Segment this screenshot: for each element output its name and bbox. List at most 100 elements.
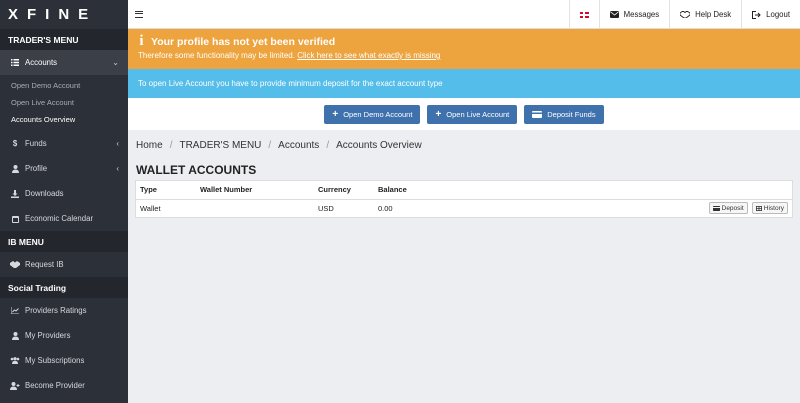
dollar-icon: $ (12, 139, 18, 148)
chevron-left-icon: ‹ (116, 164, 119, 173)
breadcrumb-accounts[interactable]: Accounts (278, 140, 319, 151)
sidebar-item-economic-calendar[interactable]: Economic Calendar (0, 206, 128, 231)
sidebar-subitem-accounts-overview[interactable]: Accounts Overview (0, 111, 128, 128)
open-demo-account-button[interactable]: + Open Demo Account (324, 104, 421, 124)
chart-line-icon (9, 307, 21, 314)
breadcrumb-current: Accounts Overview (336, 140, 422, 151)
envelope-icon (609, 11, 619, 18)
help-desk-link[interactable]: Help Desk (669, 0, 741, 29)
accounts-submenu: Open Demo Account Open Live Account Acco… (0, 75, 128, 131)
breadcrumb-separator: / (326, 140, 330, 151)
sidebar-item-request-ib[interactable]: Request IB (0, 252, 128, 277)
messages-link[interactable]: Messages (598, 0, 670, 29)
breadcrumb-separator: / (268, 140, 272, 151)
cell-actions: Deposit History (454, 199, 792, 217)
download-icon (9, 189, 21, 198)
calendar-icon (9, 215, 21, 223)
cell-type: Wallet (140, 203, 161, 213)
verification-missing-link[interactable]: Click here to see what exactly is missin… (297, 51, 440, 60)
button-label: History (763, 204, 784, 212)
sidebar-item-label: Economic Calendar (25, 214, 94, 223)
sidebar-item-become-provider[interactable]: Become Provider (0, 373, 128, 398)
messages-label: Messages (623, 10, 660, 19)
credit-card-icon (712, 205, 720, 211)
sidebar-item-downloads[interactable]: Downloads (0, 181, 128, 206)
info-icon: i (139, 33, 144, 49)
chevron-down-icon: ⌄ (112, 58, 119, 67)
sidebar-item-label: Downloads (25, 189, 64, 198)
sidebar-item-my-providers[interactable]: My Providers (0, 323, 128, 348)
help-desk-label: Help Desk (695, 10, 732, 19)
sidebar-item-my-subscriptions[interactable]: My Subscriptions (0, 348, 128, 373)
sidebar-item-profile[interactable]: Profile ‹ (0, 156, 128, 181)
deposit-button[interactable]: Deposit (708, 202, 748, 215)
table-header-row: Type Wallet Number Currency Balance (136, 181, 792, 200)
ib-menu-header: IB MENU (0, 231, 128, 252)
language-selector[interactable] (568, 0, 599, 29)
users-icon (9, 357, 21, 364)
sidebar-subitem-open-live[interactable]: Open Live Account (0, 94, 128, 111)
traders-menu-header: TRADER'S MENU (0, 29, 128, 50)
sidebar: XFINE TRADER'S MENU Accounts ⌄ Open Demo… (0, 0, 128, 403)
history-button[interactable]: History (751, 202, 788, 215)
cell-balance: 0.00 (378, 203, 393, 213)
live-account-info-banner: To open Live Account you have to provide… (128, 69, 800, 98)
warning-text: Therefore some functionality may be limi… (138, 51, 295, 60)
logout-link[interactable]: Logout (741, 0, 800, 29)
deposit-funds-button[interactable]: Deposit Funds (524, 104, 604, 124)
column-header-wallet-number: Wallet Number (196, 181, 314, 200)
button-label: Open Live Account (446, 109, 510, 119)
page-title: WALLET ACCOUNTS (136, 163, 257, 177)
user-icon (9, 164, 21, 173)
list-icon (9, 59, 21, 66)
hamburger-menu-icon[interactable] (135, 10, 143, 18)
user-tie-icon (9, 331, 21, 340)
topbar: Messages Help Desk Logout (128, 0, 800, 29)
credit-card-icon (532, 110, 543, 118)
sidebar-item-accounts[interactable]: Accounts ⌄ (0, 50, 128, 75)
plus-icon: + (435, 108, 442, 120)
sidebar-item-label: Accounts (25, 58, 58, 67)
wallet-accounts-table: Type Wallet Number Currency Balance Wall… (135, 180, 793, 218)
handshake-icon (680, 11, 691, 18)
warning-title: Your profile has not yet been verified (151, 35, 336, 48)
breadcrumb: Home / TRADER'S MENU / Accounts / Accoun… (136, 140, 422, 151)
logout-label: Logout (766, 10, 790, 19)
column-header-type: Type (136, 181, 196, 200)
table-icon (755, 205, 762, 211)
brand-logo[interactable]: XFINE (0, 0, 128, 29)
sidebar-subitem-open-demo[interactable]: Open Demo Account (0, 77, 128, 94)
social-trading-header: Social Trading (0, 277, 128, 298)
sidebar-item-label: Funds (25, 139, 47, 148)
info-text: To open Live Account you have to provide… (138, 79, 443, 88)
account-actions-bar: + Open Demo Account + Open Live Account … (128, 98, 800, 130)
breadcrumb-traders-menu[interactable]: TRADER'S MENU (179, 140, 261, 151)
chevron-left-icon: ‹ (116, 139, 119, 148)
button-label: Deposit Funds (547, 109, 596, 119)
uk-flag-icon (579, 11, 589, 18)
sidebar-item-label: Request IB (25, 260, 64, 269)
sidebar-item-label: My Subscriptions (25, 356, 85, 365)
cell-wallet-number (196, 199, 314, 217)
sidebar-item-label: Providers Ratings (25, 306, 87, 315)
plus-icon: + (332, 108, 339, 120)
button-label: Deposit (721, 204, 744, 212)
breadcrumb-home[interactable]: Home (136, 140, 163, 151)
sign-out-icon (752, 10, 761, 19)
cell-currency: USD (318, 203, 334, 213)
column-header-actions (454, 181, 792, 200)
column-header-currency: Currency (314, 181, 374, 200)
sidebar-item-funds[interactable]: $ Funds ‹ (0, 131, 128, 156)
breadcrumb-separator: / (169, 140, 173, 151)
sidebar-item-providers-ratings[interactable]: Providers Ratings (0, 298, 128, 323)
open-live-account-button[interactable]: + Open Live Account (427, 104, 518, 124)
sidebar-item-label: Profile (25, 164, 48, 173)
sidebar-item-label: Become Provider (25, 381, 85, 390)
table-row: Wallet USD 0.00 Deposit History (136, 199, 792, 217)
verification-warning-banner: i Your profile has not yet been verified… (128, 29, 800, 69)
sidebar-item-label: My Providers (25, 331, 71, 340)
column-header-balance: Balance (374, 181, 454, 200)
user-plus-icon (9, 381, 21, 390)
handshake-icon (9, 261, 21, 268)
button-label: Open Demo Account (343, 109, 413, 119)
